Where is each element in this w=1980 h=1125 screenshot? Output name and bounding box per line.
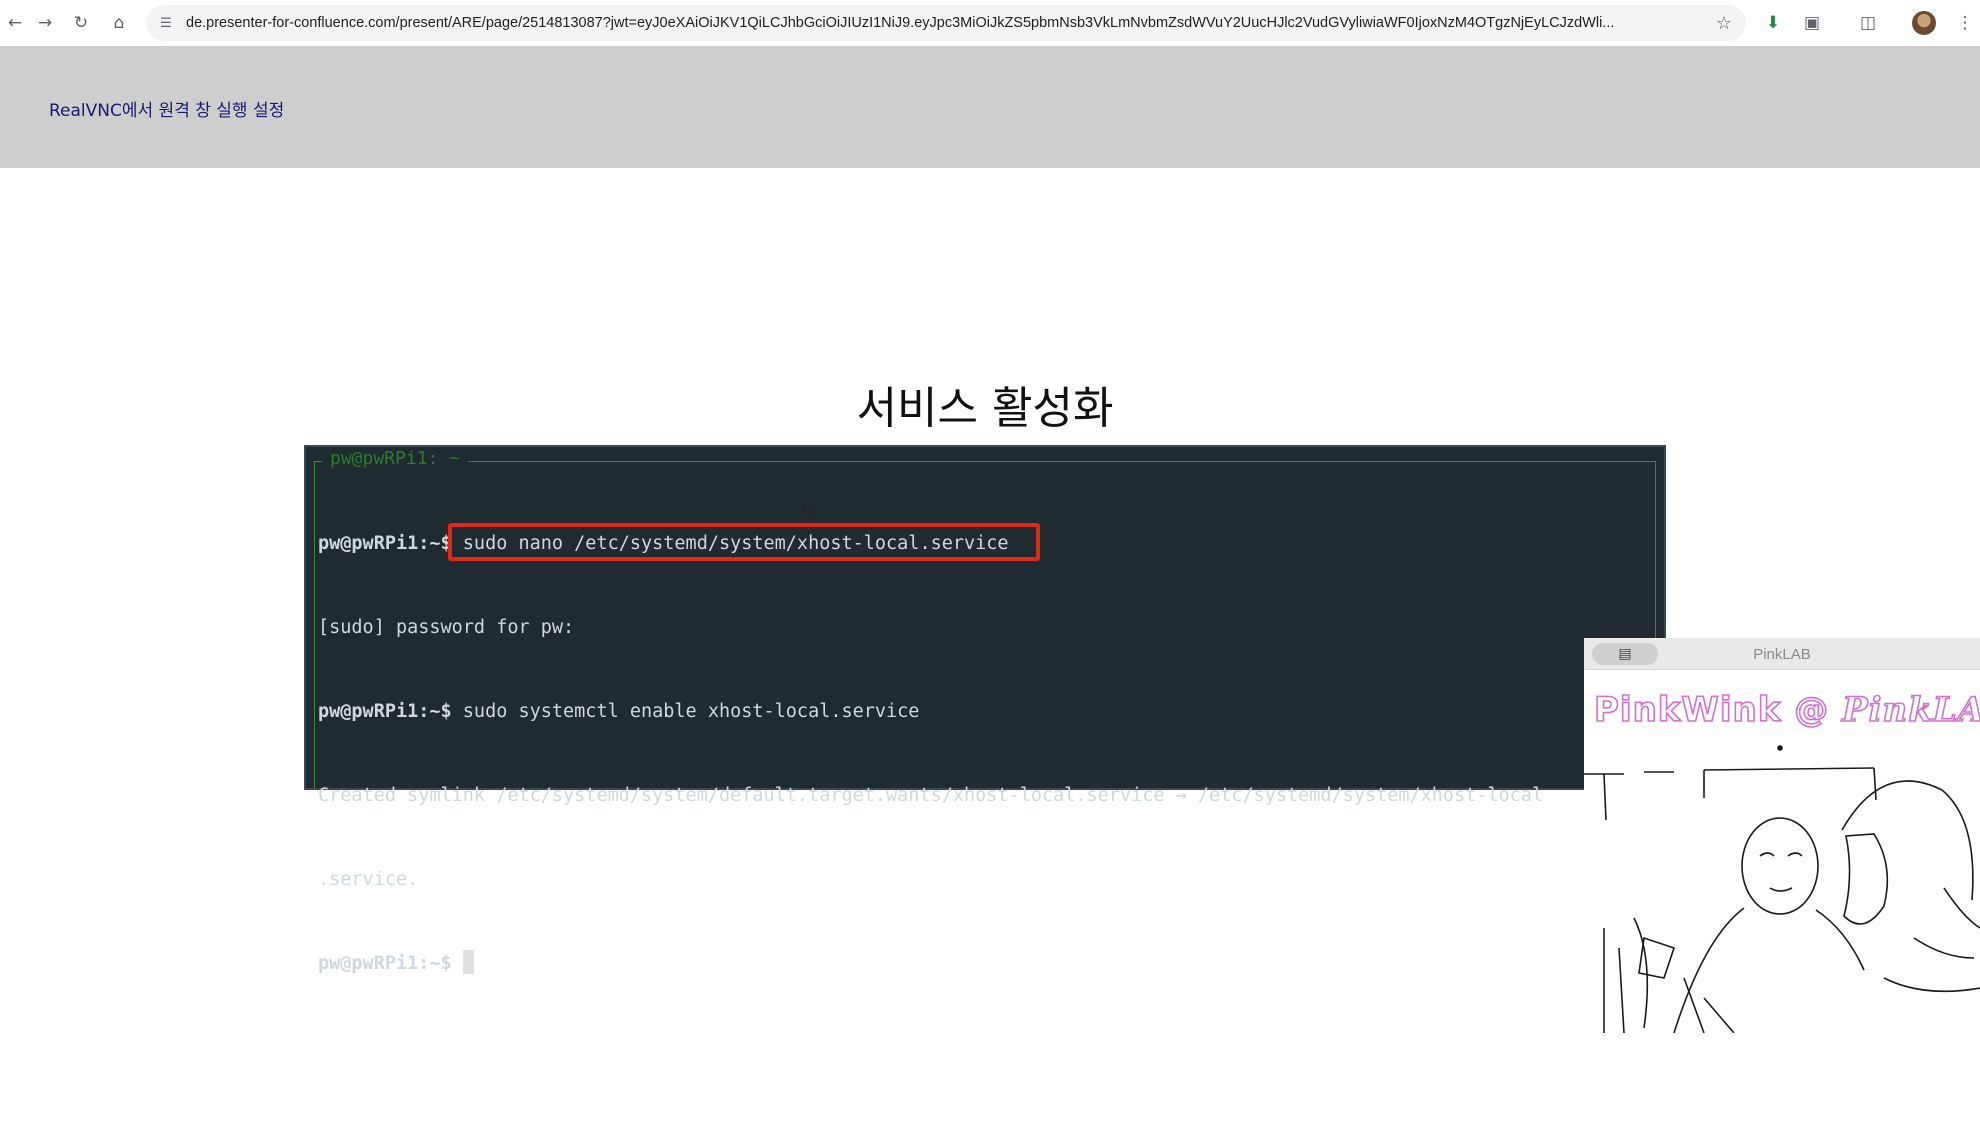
- menu-kebab-icon[interactable]: ⋮: [1950, 8, 1980, 38]
- terminal-text: Created symlink /etc/systemd/system/defa…: [318, 785, 1544, 806]
- profile-avatar[interactable]: [1912, 11, 1936, 35]
- terminal-prompt: pw@pwRPi1:~$: [318, 533, 452, 554]
- terminal-text: [sudo] password for pw:: [318, 617, 575, 638]
- home-icon[interactable]: ⌂: [104, 8, 134, 38]
- forward-arrow-icon[interactable]: →: [30, 8, 60, 38]
- terminal-line: pw@pwRPi1:~$ sudo systemctl enable xhost…: [318, 698, 1656, 726]
- address-bar[interactable]: ☰ de.presenter-for-confluence.com/presen…: [146, 5, 1746, 41]
- page-title[interactable]: RealVNC에서 원격 창 실행 설정: [49, 96, 284, 121]
- terminal-line: .service.: [318, 866, 1656, 894]
- terminal-prompt: pw@pwRPi1:~$: [318, 701, 452, 722]
- extensions-icon[interactable]: ▣: [1797, 8, 1827, 38]
- terminal-line: [sudo] password for pw:: [318, 614, 1656, 642]
- terminal-screenshot: pw@pwRPi1: ~ pw@pwRPi1:~$ sudo nano /etc…: [304, 445, 1666, 974]
- terminal-prompt: pw@pwRPi1:~$: [318, 953, 452, 974]
- side-panel-icon[interactable]: ◫: [1853, 8, 1883, 38]
- download-icon[interactable]: ⬇: [1758, 8, 1788, 38]
- webcam-video-feed: [1584, 745, 1980, 1033]
- url-text[interactable]: de.presenter-for-confluence.com/present/…: [186, 15, 1702, 31]
- webcam-title-bar[interactable]: PinkLAB ▤: [1584, 638, 1980, 670]
- webcam-banner: PinkWink @ PinkLAB: [1593, 689, 1980, 731]
- slide-title: 서비스 활성화: [856, 383, 1114, 434]
- terminal-text: sudo systemctl enable xhost-local.servic…: [451, 701, 920, 722]
- browser-toolbar: ← → ↻ ⌂ ☰ de.presenter-for-confluence.co…: [0, 0, 1980, 46]
- back-arrow-icon[interactable]: ←: [0, 8, 30, 38]
- banner-text-right: PinkLAB: [1841, 689, 1980, 731]
- terminal-line: Created symlink /etc/systemd/system/defa…: [318, 782, 1656, 810]
- presentation-header: RealVNC에서 원격 창 실행 설정: [0, 46, 1980, 168]
- banner-text-left: PinkWink @: [1593, 689, 1830, 731]
- terminal-window-title: pw@pwRPi1: ~: [322, 448, 469, 469]
- mouse-cursor-icon: ↖: [800, 500, 816, 521]
- reload-icon[interactable]: ↻: [66, 8, 96, 38]
- site-info-icon[interactable]: ☰: [146, 16, 186, 31]
- bookmark-star-icon[interactable]: ☆: [1702, 13, 1746, 34]
- camera-toggle-icon[interactable]: ▤: [1592, 643, 1658, 665]
- terminal-cursor: [462, 950, 474, 974]
- webcam-overlay: PinkLAB ▤ PinkWink @ PinkLAB: [1584, 638, 1980, 1033]
- terminal-text: .service.: [318, 869, 419, 890]
- terminal-line: pw@pwRPi1:~$: [318, 950, 1656, 978]
- command-highlight-box: [448, 523, 1040, 561]
